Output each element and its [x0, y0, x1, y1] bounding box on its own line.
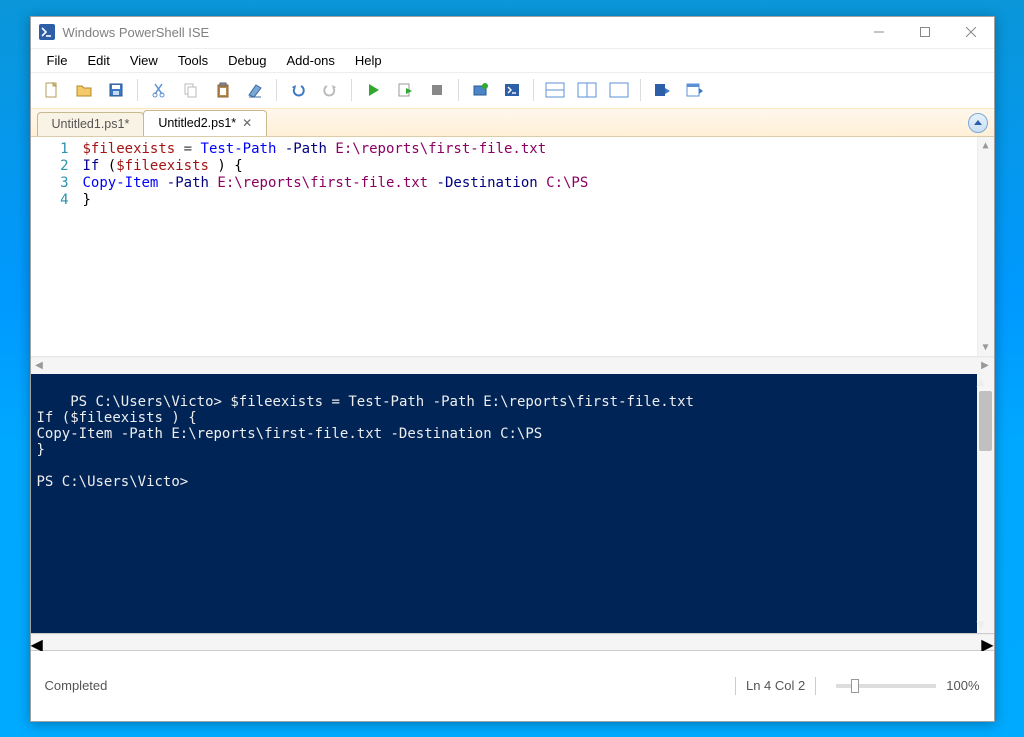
menu-view[interactable]: View [120, 51, 168, 70]
zoom-slider[interactable] [836, 684, 936, 688]
tab-untitled1[interactable]: Untitled1.ps1* [37, 112, 145, 136]
minimize-button[interactable] [856, 16, 902, 48]
paste-button[interactable] [208, 75, 238, 105]
copy-button[interactable] [176, 75, 206, 105]
status-text: Completed [45, 678, 108, 693]
menu-addons[interactable]: Add-ons [276, 51, 344, 70]
toolbar [31, 73, 994, 109]
powershell-tab-button[interactable] [497, 75, 527, 105]
scroll-left-icon[interactable]: ◀ [31, 635, 43, 650]
run-script-button[interactable] [358, 75, 388, 105]
zoom-level: 100% [946, 678, 979, 693]
close-button[interactable] [948, 16, 994, 48]
layout-stacked-button[interactable] [540, 75, 570, 105]
editor-horizontal-scrollbar[interactable]: ◀ ▶ [31, 357, 994, 374]
scroll-up-icon[interactable]: ▲ [978, 137, 994, 154]
editor-vertical-scrollbar[interactable]: ▲ ▼ [977, 137, 994, 356]
maximize-button[interactable] [902, 16, 948, 48]
zoom-slider-thumb[interactable] [851, 679, 859, 693]
clear-console-button[interactable] [240, 75, 270, 105]
console-vertical-scrollbar[interactable]: ▲ ▼ [977, 374, 994, 633]
app-window: Windows PowerShell ISE File Edit View To… [30, 16, 995, 722]
run-selection-button[interactable] [390, 75, 420, 105]
menu-debug[interactable]: Debug [218, 51, 276, 70]
scrollbar-thumb[interactable] [979, 391, 992, 451]
powershell-app-icon [39, 24, 55, 40]
tab-untitled2[interactable]: Untitled2.ps1* ✕ [143, 110, 267, 136]
save-button[interactable] [101, 75, 131, 105]
open-file-button[interactable] [69, 75, 99, 105]
menu-file[interactable]: File [37, 51, 78, 70]
menu-edit[interactable]: Edit [77, 51, 119, 70]
tab-label: Untitled1.ps1* [52, 117, 130, 131]
menu-tools[interactable]: Tools [168, 51, 218, 70]
title-bar: Windows PowerShell ISE [31, 17, 994, 49]
undo-button[interactable] [283, 75, 313, 105]
line-number-gutter: 1234 [31, 137, 79, 356]
toggle-script-pane-button[interactable] [968, 113, 988, 133]
layout-side-button[interactable] [572, 75, 602, 105]
show-command-addon-button[interactable] [647, 75, 677, 105]
scroll-down-icon[interactable]: ▼ [978, 339, 994, 356]
scroll-down-icon[interactable]: ▼ [977, 617, 994, 633]
scroll-up-icon[interactable]: ▲ [977, 374, 994, 390]
cursor-position: Ln 4 Col 2 [746, 678, 805, 693]
new-file-button[interactable] [37, 75, 67, 105]
console-pane[interactable]: PS C:\Users\Victo> $fileexists = Test-Pa… [31, 374, 994, 634]
console-horizontal-scrollbar[interactable]: ◀ ▶ [31, 634, 994, 651]
new-remote-tab-button[interactable] [465, 75, 495, 105]
tab-close-icon[interactable]: ✕ [242, 116, 252, 130]
layout-max-button[interactable] [604, 75, 634, 105]
script-editor[interactable]: 1234 $fileexists = Test-Path -Path E:\re… [31, 137, 994, 357]
code-area[interactable]: $fileexists = Test-Path -Path E:\reports… [79, 137, 977, 356]
tab-label: Untitled2.ps1* [158, 116, 236, 130]
scroll-right-icon[interactable]: ▶ [977, 358, 994, 374]
tab-strip: Untitled1.ps1* Untitled2.ps1* ✕ [31, 109, 994, 137]
show-command-window-button[interactable] [679, 75, 709, 105]
redo-button[interactable] [315, 75, 345, 105]
scroll-right-icon[interactable]: ▶ [981, 635, 993, 650]
status-bar: Completed Ln 4 Col 2 100% [31, 651, 994, 721]
menu-bar: File Edit View Tools Debug Add-ons Help [31, 49, 994, 73]
cut-button[interactable] [144, 75, 174, 105]
menu-help[interactable]: Help [345, 51, 392, 70]
stop-button[interactable] [422, 75, 452, 105]
scroll-left-icon[interactable]: ◀ [31, 358, 48, 374]
window-title: Windows PowerShell ISE [63, 25, 856, 40]
console-output: PS C:\Users\Victo> $fileexists = Test-Pa… [37, 394, 694, 490]
